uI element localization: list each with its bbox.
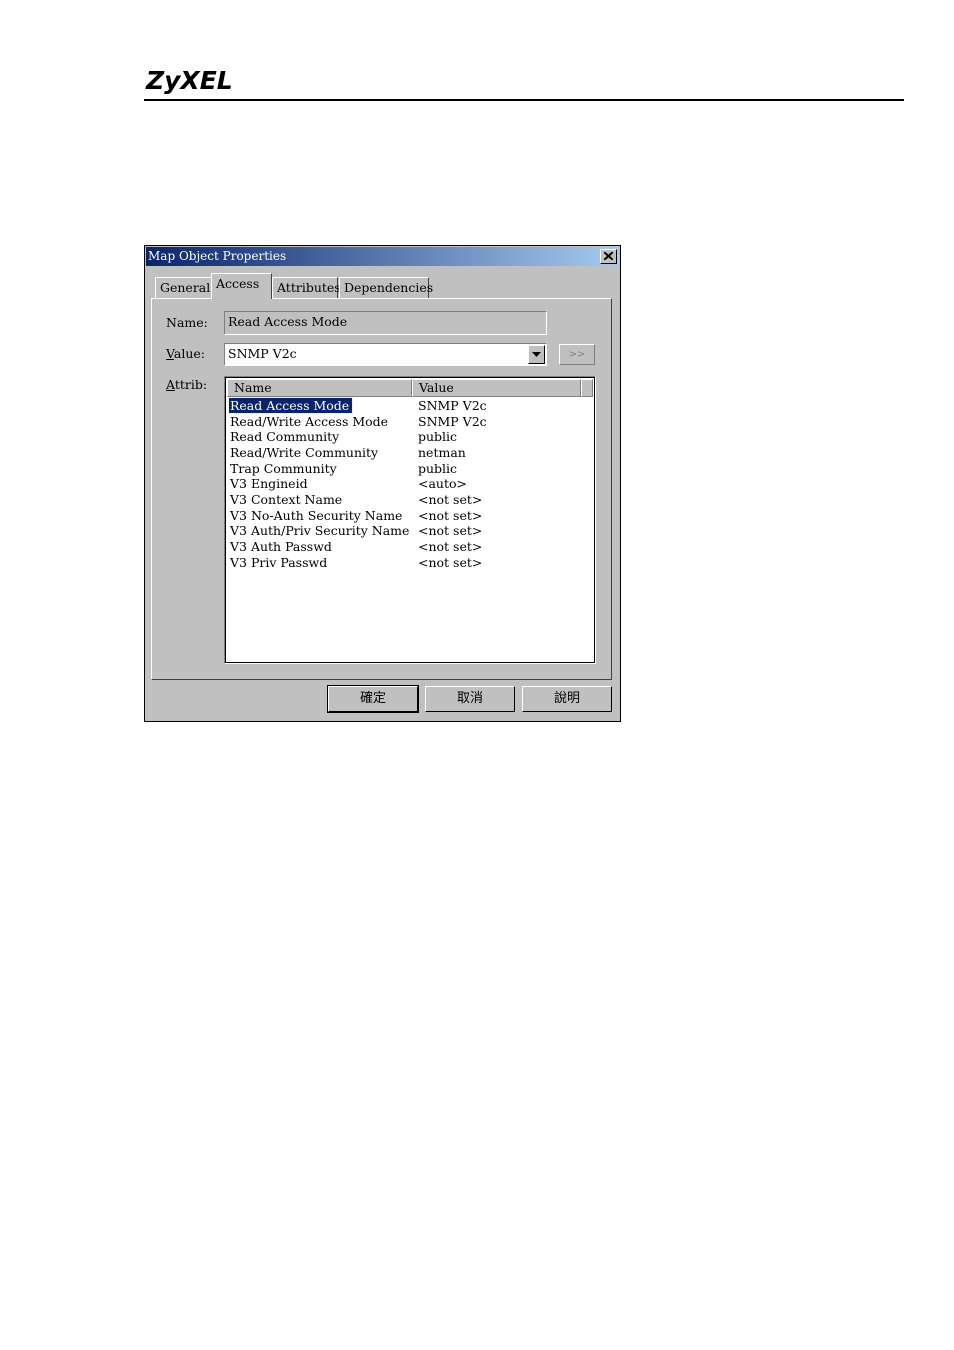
- table-row[interactable]: Read/Write Access Mode SNMP V2c: [227, 414, 587, 430]
- table-row[interactable]: V3 Context Name <not set>: [227, 492, 587, 508]
- cell-name: V3 Auth Passwd: [230, 539, 332, 554]
- tab-general[interactable]: General: [155, 277, 212, 298]
- name-label: Name:: [166, 315, 208, 330]
- value-selected: SNMP V2c: [228, 346, 297, 361]
- table-row[interactable]: V3 Engineid <auto>: [227, 476, 587, 492]
- expand-value-button[interactable]: >>: [559, 344, 595, 365]
- cell-value: <not set>: [418, 539, 483, 554]
- cancel-button[interactable]: 取消: [425, 686, 515, 712]
- cell-value: public: [418, 429, 458, 444]
- column-header-name[interactable]: Name: [227, 379, 412, 397]
- tab-access[interactable]: Access: [211, 273, 272, 299]
- table-row[interactable]: V3 Auth Passwd <not set>: [227, 539, 587, 555]
- cell-value: <not set>: [418, 555, 483, 570]
- table-row[interactable]: V3 Auth/Priv Security Name <not set>: [227, 523, 587, 539]
- cell-value: SNMP V2c: [418, 398, 487, 413]
- tab-attributes[interactable]: Attributes: [272, 277, 341, 298]
- help-button[interactable]: 說明: [522, 686, 612, 712]
- name-field: Read Access Mode: [224, 311, 547, 335]
- cell-name: Read/Write Community: [230, 445, 379, 460]
- column-header-value[interactable]: Value: [412, 379, 581, 397]
- table-row-selected[interactable]: Read Access Mode SNMP V2c: [227, 397, 587, 414]
- value-label: Value:: [166, 346, 206, 361]
- cell-name: V3 Engineid: [230, 476, 308, 491]
- cell-name: Trap Community: [230, 461, 337, 476]
- tab-dependencies[interactable]: Dependencies: [339, 277, 433, 298]
- cell-name: V3 Auth/Priv Security Name: [230, 523, 410, 538]
- close-button[interactable]: [600, 249, 617, 264]
- header-rule: [144, 99, 904, 101]
- cell-name: V3 Context Name: [230, 492, 343, 507]
- table-row[interactable]: Trap Community public: [227, 461, 587, 477]
- cell-name: V3 No-Auth Security Name: [230, 508, 403, 523]
- column-header-filler: [581, 379, 593, 397]
- table-row[interactable]: Read/Write Community netman: [227, 445, 587, 461]
- value-select[interactable]: SNMP V2c: [224, 343, 547, 366]
- cell-name: Read Access Mode: [227, 397, 354, 414]
- close-icon: [604, 252, 613, 260]
- cell-value: <auto>: [418, 476, 467, 491]
- table-row[interactable]: V3 Priv Passwd <not set>: [227, 555, 587, 571]
- cell-value: <not set>: [418, 523, 483, 538]
- cell-name: Read/Write Access Mode: [230, 414, 389, 429]
- ok-button[interactable]: 確定: [327, 685, 419, 713]
- chevron-down-icon: [532, 352, 541, 357]
- attrib-list[interactable]: Name Value Read Access Mode SNMP V2c Rea…: [224, 376, 596, 664]
- cell-value: netman: [418, 445, 466, 460]
- dialog-title: Map Object Properties: [148, 249, 287, 263]
- cell-name: Read Community: [230, 429, 340, 444]
- table-row[interactable]: Read Community public: [227, 429, 587, 445]
- table-row[interactable]: V3 No-Auth Security Name <not set>: [227, 508, 587, 524]
- attrib-label: Attrib:: [166, 377, 208, 392]
- cell-value: <not set>: [418, 492, 483, 507]
- cell-name: V3 Priv Passwd: [230, 555, 328, 570]
- zyxel-logo: ZyXEL: [146, 66, 233, 95]
- map-object-properties-dialog: Map Object Properties General Access Att…: [144, 245, 621, 722]
- cell-value: SNMP V2c: [418, 414, 487, 429]
- dialog-titlebar[interactable]: Map Object Properties: [146, 247, 619, 266]
- cell-value: public: [418, 461, 458, 476]
- cell-value: <not set>: [418, 508, 483, 523]
- value-dropdown-button[interactable]: [528, 345, 545, 364]
